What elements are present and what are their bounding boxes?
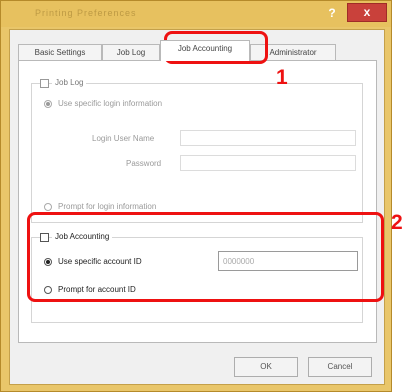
- close-button[interactable]: x: [347, 3, 387, 22]
- login-user-name-field[interactable]: [180, 130, 356, 146]
- printer-properties-window: Printing Preferences ? x Basic Settings …: [0, 0, 392, 392]
- login-user-name-label: Login User Name: [92, 134, 155, 143]
- highlight-box-2: [27, 212, 384, 302]
- window-title: Printing Preferences: [35, 8, 137, 18]
- use-specific-login-label: Use specific login information: [58, 99, 163, 108]
- password-field[interactable]: [180, 155, 356, 171]
- callout-number-2: 2: [391, 211, 403, 234]
- tab-job-accounting[interactable]: Job Accounting: [160, 40, 250, 61]
- cancel-button[interactable]: Cancel: [308, 357, 372, 377]
- prompt-login-radio[interactable]: [44, 203, 52, 211]
- dialog-client-area: Basic Settings Job Log Job Accounting Ad…: [9, 29, 385, 385]
- job-log-checkbox[interactable]: [40, 79, 49, 88]
- password-label: Password: [126, 159, 162, 168]
- tab-job-log[interactable]: Job Log: [102, 44, 160, 61]
- tab-basic-settings[interactable]: Basic Settings: [18, 44, 102, 61]
- login-group-title: Job Log: [52, 78, 87, 87]
- use-specific-login-radio[interactable]: [44, 100, 52, 108]
- help-button[interactable]: ?: [321, 5, 343, 21]
- title-bar: Printing Preferences ? x: [1, 1, 391, 27]
- callout-number-1: 1: [276, 66, 288, 89]
- ok-button[interactable]: OK: [234, 357, 298, 377]
- prompt-login-label: Prompt for login information: [58, 202, 157, 211]
- tab-strip: Basic Settings Job Log Job Accounting Ad…: [18, 40, 378, 61]
- login-group-box: Job Log Use specific login information L…: [31, 78, 363, 223]
